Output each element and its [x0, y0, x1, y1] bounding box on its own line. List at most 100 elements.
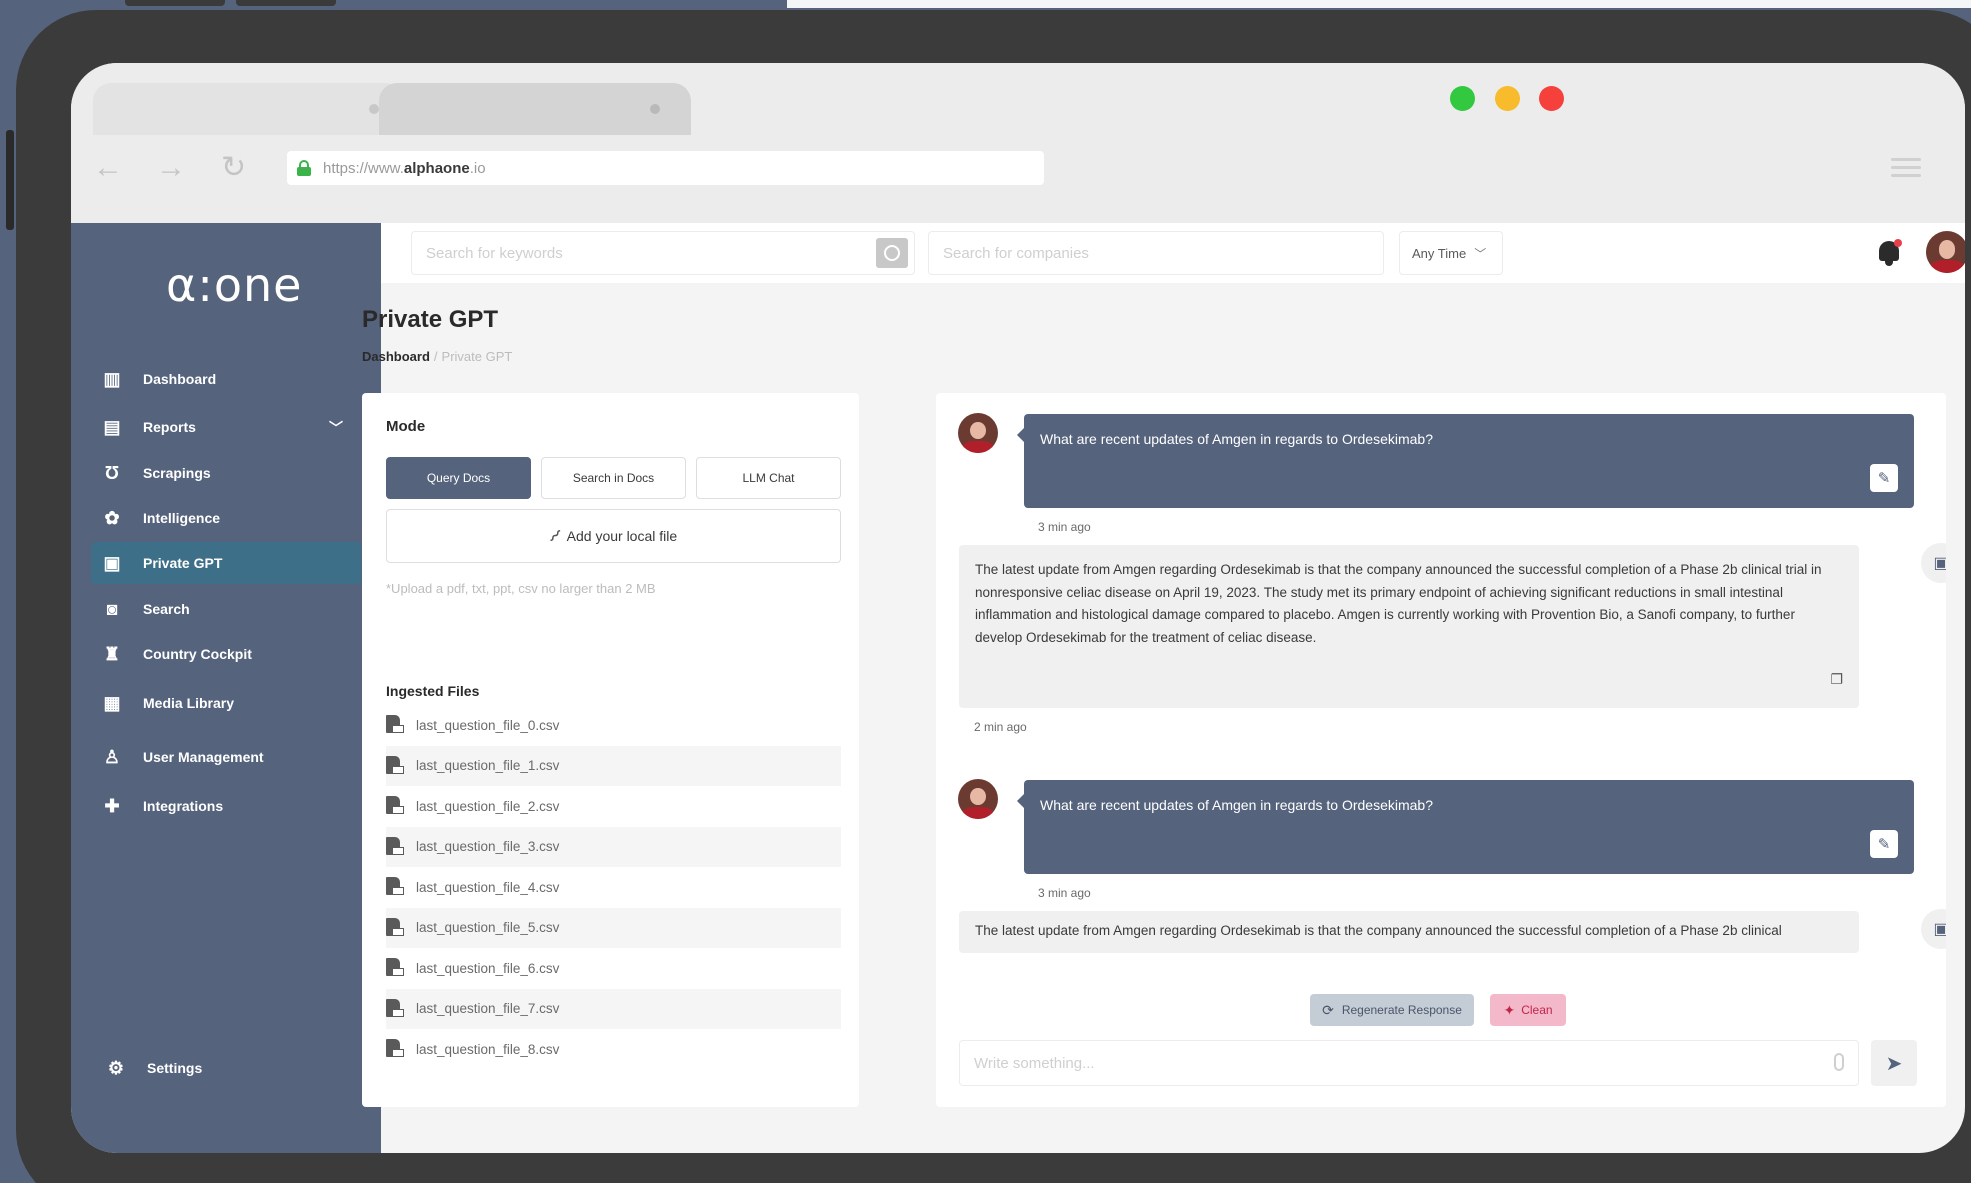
list-item[interactable]: last_question_file_4.csv	[386, 867, 841, 908]
sidebar-item-label: Private GPT	[143, 555, 223, 571]
breadcrumb-current: Private GPT	[441, 349, 513, 364]
list-item[interactable]: last_question_file_1.csv	[386, 745, 841, 786]
sidebar-item-label: Integrations	[143, 798, 224, 814]
sidebar-item-label: Settings	[147, 1060, 203, 1076]
assistant-message: The latest update from Amgen regarding O…	[959, 545, 1859, 708]
binoculars-icon: ♜	[103, 643, 121, 664]
background-tab	[125, 0, 225, 6]
time-filter-value: Any Time	[1412, 245, 1467, 261]
list-item[interactable]: last_question_file_8.csv	[386, 1029, 841, 1070]
sidebar-item-country-cockpit[interactable]: ♜ Country Cockpit	[91, 633, 361, 675]
browser-menu-icon[interactable]	[1891, 158, 1921, 182]
sidebar-item-label: Intelligence	[143, 510, 221, 526]
chat-input[interactable]: Write something...	[959, 1040, 1859, 1086]
mode-query-docs-button[interactable]: Query Docs	[386, 457, 531, 499]
gear-icon: ⚙	[107, 1057, 125, 1078]
list-item[interactable]: last_question_file_0.csv	[386, 705, 841, 746]
sidebar-item-settings[interactable]: ⚙ Settings	[95, 1047, 365, 1089]
close-window-button[interactable]	[1539, 86, 1564, 111]
browser-tab[interactable]	[93, 83, 403, 135]
bot-icon: ▣	[1921, 543, 1946, 583]
csv-file-icon	[386, 998, 404, 1019]
user-message: What are recent updates of Amgen in rega…	[1017, 414, 1914, 508]
maximize-window-button[interactable]	[1450, 86, 1475, 111]
sidebar-item-private-gpt[interactable]: ▣ Private GPT	[91, 542, 361, 584]
device-frame: ← → ↻ https://www.alphaone.io α:one ▥ Da…	[16, 10, 1971, 1183]
user-message-text: What are recent updates of Amgen in rega…	[1040, 431, 1433, 447]
user-avatar	[958, 779, 998, 819]
message-timestamp: 3 min ago	[1038, 520, 1091, 534]
sidebar-item-label: Country Cockpit	[143, 646, 252, 662]
keyword-search-button[interactable]	[876, 238, 908, 268]
tab-close-icon[interactable]	[369, 104, 379, 114]
chat-bot-icon: ▣	[103, 552, 121, 573]
sidebar-item-media-library[interactable]: ▦ Media Library	[91, 682, 361, 724]
list-item[interactable]: last_question_file_3.csv	[386, 826, 841, 867]
time-filter-select[interactable]: Any Time ﹀	[1399, 231, 1503, 275]
user-avatar[interactable]	[1926, 231, 1965, 273]
sidebar-item-search[interactable]: ◙ Search	[91, 588, 361, 630]
refresh-icon: ⟳	[1322, 1001, 1334, 1018]
sidebar-item-scrapings[interactable]: Ʊ Scrapings	[91, 452, 361, 494]
chevron-down-icon: ﹀	[1474, 246, 1487, 261]
device-screen: ← → ↻ https://www.alphaone.io α:one ▥ Da…	[71, 63, 1965, 1153]
csv-file-icon	[386, 1039, 404, 1059]
regenerate-response-button[interactable]: ⟳ Regenerate Response	[1310, 994, 1474, 1026]
breadcrumb-home[interactable]: Dashboard	[362, 349, 430, 364]
edit-pencil-icon[interactable]: ✎	[1870, 830, 1898, 858]
magnet-icon: Ʊ	[104, 462, 120, 483]
chat-input-placeholder: Write something...	[974, 1054, 1095, 1072]
bot-icon: ▣	[1921, 909, 1946, 949]
address-bar[interactable]: https://www.alphaone.io	[287, 151, 1044, 185]
device-side-button	[6, 130, 14, 230]
copy-icon[interactable]: ❐	[1830, 668, 1843, 691]
add-local-file-button[interactable]: ⌇ Add your local file	[386, 509, 841, 563]
tab-close-icon[interactable]	[650, 104, 660, 114]
csv-file-icon	[386, 836, 404, 857]
minimize-window-button[interactable]	[1495, 86, 1520, 111]
message-timestamp: 2 min ago	[974, 720, 1027, 734]
send-icon: ➤	[1885, 1052, 1903, 1075]
back-arrow-icon[interactable]: ←	[93, 153, 123, 183]
edit-pencil-icon[interactable]: ✎	[1870, 464, 1898, 492]
message-timestamp: 3 min ago	[1038, 886, 1091, 900]
company-search-placeholder: Search for companies	[943, 244, 1089, 262]
app-topbar: Search for keywords Search for companies…	[381, 223, 1965, 283]
background-tab	[236, 0, 336, 6]
notification-bell-icon[interactable]	[1876, 237, 1904, 267]
url-text: https://www.alphaone.io	[323, 159, 486, 177]
media-icon: ▦	[103, 692, 121, 713]
list-item[interactable]: last_question_file_2.csv	[386, 786, 841, 827]
list-item[interactable]: last_question_file_6.csv	[386, 948, 841, 989]
csv-file-icon	[386, 877, 404, 897]
sidebar-item-intelligence[interactable]: ✿ Intelligence	[91, 497, 361, 539]
mode-llm-chat-button[interactable]: LLM Chat	[696, 457, 841, 499]
sidebar-item-reports[interactable]: ▤ Reports ﹀	[91, 406, 361, 448]
clean-button[interactable]: ✦ Clean	[1490, 994, 1566, 1026]
assistant-message: The latest update from Amgen regarding O…	[959, 911, 1859, 953]
reload-icon[interactable]: ↻	[221, 153, 246, 183]
mode-panel: Mode Query Docs Search in Docs LLM Chat …	[362, 393, 859, 1107]
broom-icon: ✦	[1503, 1001, 1516, 1018]
page-title: Private GPT	[362, 306, 499, 333]
list-item[interactable]: last_question_file_7.csv	[386, 988, 841, 1029]
paperclip-icon: ⌇	[544, 525, 565, 546]
list-item[interactable]: last_question_file_5.csv	[386, 907, 841, 948]
keyword-search-placeholder: Search for keywords	[426, 244, 563, 262]
microphone-icon[interactable]	[1834, 1053, 1844, 1071]
keyword-search-input[interactable]: Search for keywords	[411, 231, 915, 275]
sidebar-item-user-management[interactable]: ♙ User Management	[91, 736, 361, 778]
app-logo: α:one	[166, 258, 303, 312]
ingested-files-title: Ingested Files	[386, 683, 480, 699]
chevron-down-icon[interactable]: ﹀	[329, 418, 343, 438]
chat-panel: What are recent updates of Amgen in rega…	[936, 393, 1946, 1107]
send-button[interactable]: ➤	[1871, 1040, 1917, 1086]
forward-arrow-icon[interactable]: →	[156, 153, 186, 183]
browser-tab-active[interactable]	[379, 83, 691, 135]
sidebar-item-label: Search	[143, 601, 190, 617]
mode-search-in-docs-button[interactable]: Search in Docs	[541, 457, 686, 499]
company-search-input[interactable]: Search for companies	[928, 231, 1384, 275]
sidebar-item-dashboard[interactable]: ▥ Dashboard	[91, 358, 361, 400]
sidebar-item-integrations[interactable]: ✚ Integrations	[91, 785, 361, 827]
user-message: What are recent updates of Amgen in rega…	[1017, 780, 1914, 874]
